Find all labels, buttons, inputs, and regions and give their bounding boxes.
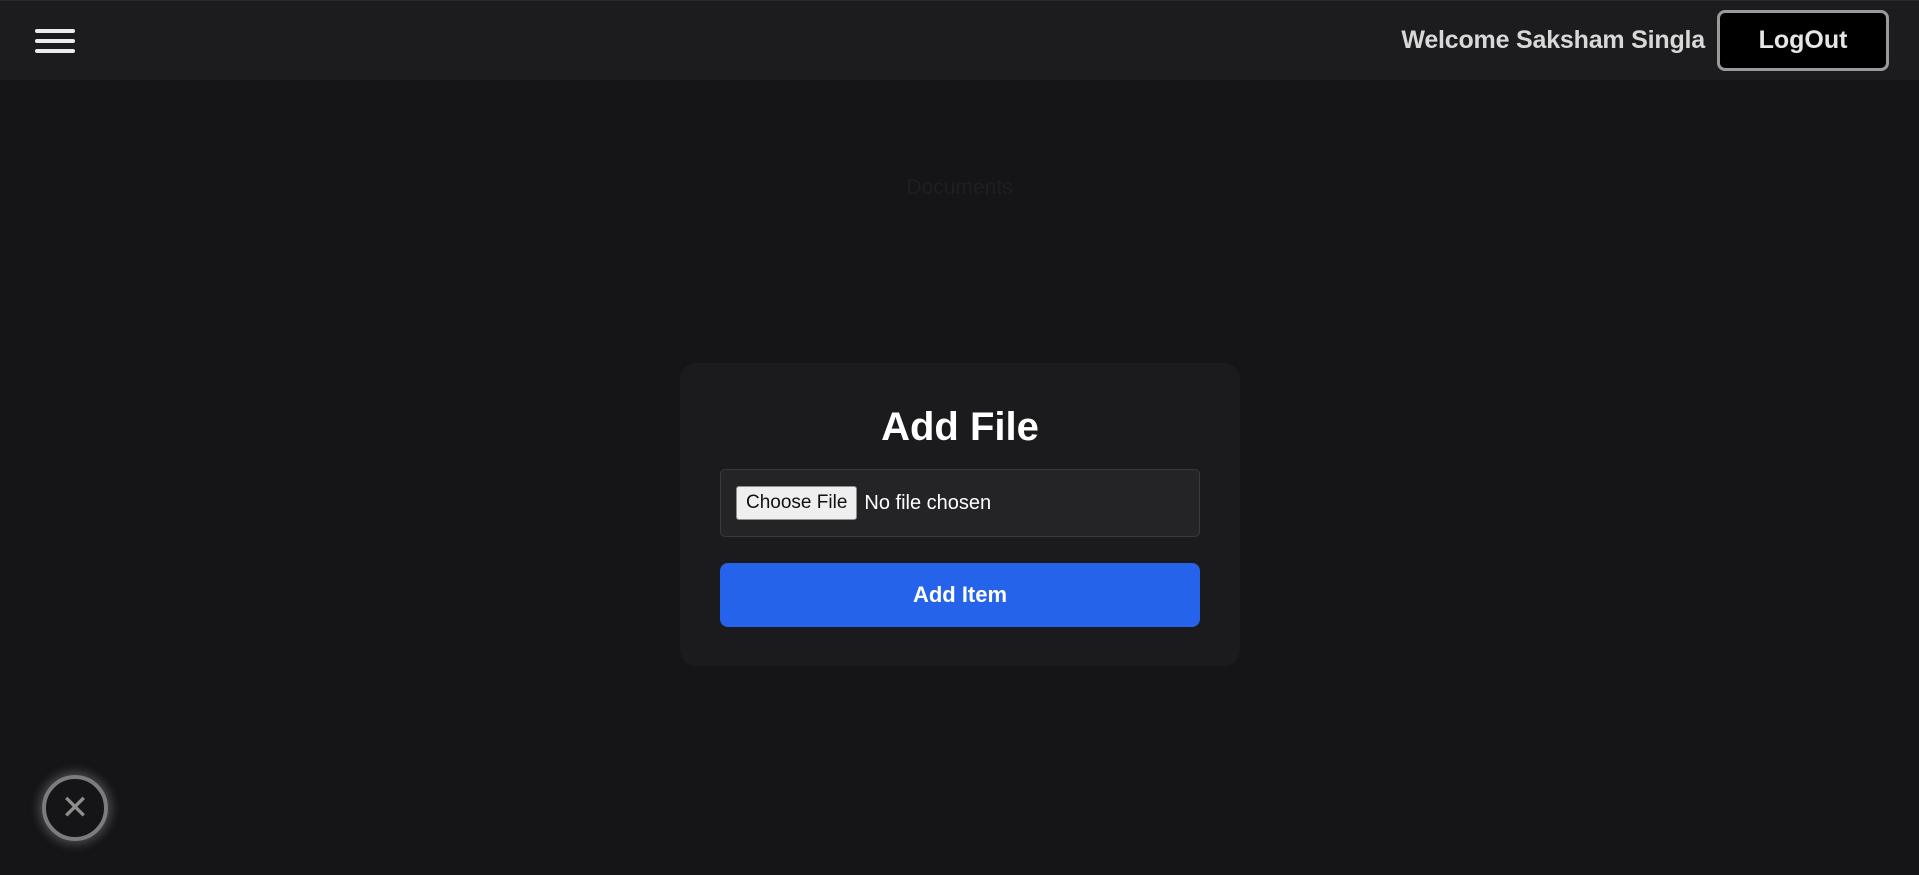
close-icon[interactable]: ✕ bbox=[42, 775, 108, 841]
welcome-text: Welcome Saksham Singla bbox=[1401, 26, 1705, 54]
user-area: Welcome Saksham Singla LogOut bbox=[1401, 10, 1889, 71]
file-status-text: No file chosen bbox=[864, 491, 992, 514]
logout-button[interactable]: LogOut bbox=[1717, 10, 1889, 71]
dialog-title: Add File bbox=[881, 405, 1039, 449]
add-file-dialog: Add File Choose File No file chosen Add … bbox=[680, 363, 1240, 666]
menu-bar-top bbox=[35, 28, 75, 33]
hamburger-menu-icon[interactable] bbox=[34, 25, 76, 57]
menu-bar-middle bbox=[35, 38, 75, 43]
background-page-label: Documents bbox=[906, 176, 1013, 199]
choose-file-button[interactable]: Choose File bbox=[736, 486, 858, 520]
add-item-button[interactable]: Add Item bbox=[720, 563, 1200, 627]
app-page: Welcome Saksham Singla LogOut Documents … bbox=[0, 0, 1919, 875]
top-navbar: Welcome Saksham Singla LogOut bbox=[0, 1, 1919, 80]
file-input[interactable]: Choose File No file chosen bbox=[720, 469, 1200, 537]
menu-bar-bottom bbox=[35, 48, 75, 53]
